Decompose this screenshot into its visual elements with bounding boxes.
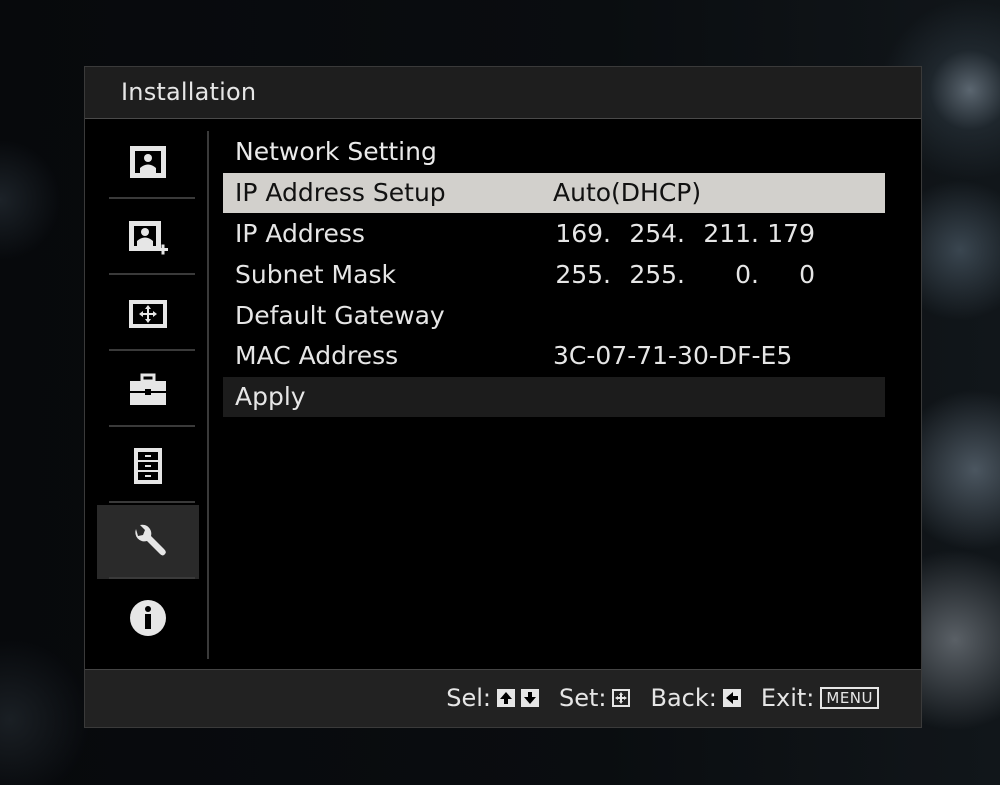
sidebar-item-list[interactable]	[97, 429, 199, 503]
sidebar-divider	[207, 131, 209, 659]
ip-address-label: IP Address	[235, 219, 365, 248]
up-arrow-icon	[496, 689, 515, 707]
set-hint-label: Set:	[558, 684, 607, 712]
down-arrow-icon	[520, 689, 539, 707]
sel-hint-label: Sel:	[446, 684, 491, 712]
sidebar-item-toolbox[interactable]	[97, 353, 199, 427]
key-hints: Sel: Set: Back: Exit: MENU	[446, 684, 879, 712]
left-arrow-icon	[722, 689, 741, 707]
picture-plus-icon	[129, 221, 168, 255]
apply-label: Apply	[235, 382, 306, 411]
ip-octet-4: 179	[767, 219, 815, 248]
sidebar-item-picture[interactable]	[97, 125, 199, 199]
subnet-octet-3: 0.	[735, 260, 759, 289]
ip-address-row[interactable]: IP Address 169. 254. 211. 179	[223, 214, 885, 254]
wrench-icon	[135, 524, 166, 556]
sidebar-item-picture-plus[interactable]	[97, 201, 199, 275]
subnet-mask-value: 255. 255. 0. 0	[553, 260, 825, 290]
ip-octet-1: 169.	[555, 219, 611, 248]
mac-address-label: MAC Address	[235, 341, 399, 370]
enter-cross-icon	[612, 689, 631, 707]
picture-icon	[130, 146, 166, 178]
ip-address-setup-value: Auto(DHCP)	[553, 178, 702, 207]
list-icon	[134, 448, 162, 484]
ip-octet-2: 254.	[629, 219, 685, 248]
ip-octet-3: 211.	[703, 219, 759, 248]
apply-button[interactable]: Apply	[223, 377, 885, 417]
sidebar-item-installation[interactable]	[97, 505, 199, 579]
ip-address-value: 169. 254. 211. 179	[553, 219, 825, 249]
menu-key-icon: MENU	[820, 687, 879, 709]
info-icon	[130, 600, 166, 636]
subnet-mask-row[interactable]: Subnet Mask 255. 255. 0. 0	[223, 255, 885, 295]
default-gateway-label: Default Gateway	[235, 301, 445, 330]
sidebar-item-screen[interactable]	[97, 277, 199, 351]
back-hint-label: Back:	[650, 684, 717, 712]
sidebar	[97, 125, 199, 661]
ip-address-setup-row[interactable]: IP Address Setup Auto(DHCP)	[223, 173, 885, 213]
window-title: Installation	[121, 78, 257, 106]
ip-address-setup-label: IP Address Setup	[235, 178, 446, 207]
subnet-octet-4: 0	[799, 260, 815, 289]
toolbox-icon	[130, 373, 166, 405]
section-title: Network Setting	[235, 137, 437, 166]
subnet-octet-1: 255.	[555, 260, 611, 289]
subnet-mask-label: Subnet Mask	[235, 260, 396, 289]
sidebar-item-information[interactable]	[97, 581, 199, 655]
screen-adjust-icon	[129, 300, 167, 328]
osd-menu-window: Installation Network Setting IP Address …	[84, 66, 922, 728]
subnet-octet-2: 255.	[629, 260, 685, 289]
mac-address-row: MAC Address 3C-07-71-30-DF-E5	[223, 336, 885, 376]
exit-hint-label: Exit:	[760, 684, 815, 712]
default-gateway-row[interactable]: Default Gateway	[223, 296, 885, 336]
title-bar: Installation	[85, 67, 921, 119]
footer-hint-bar: Sel: Set: Back: Exit: MENU	[85, 669, 921, 727]
mac-address-value: 3C-07-71-30-DF-E5	[553, 341, 793, 370]
